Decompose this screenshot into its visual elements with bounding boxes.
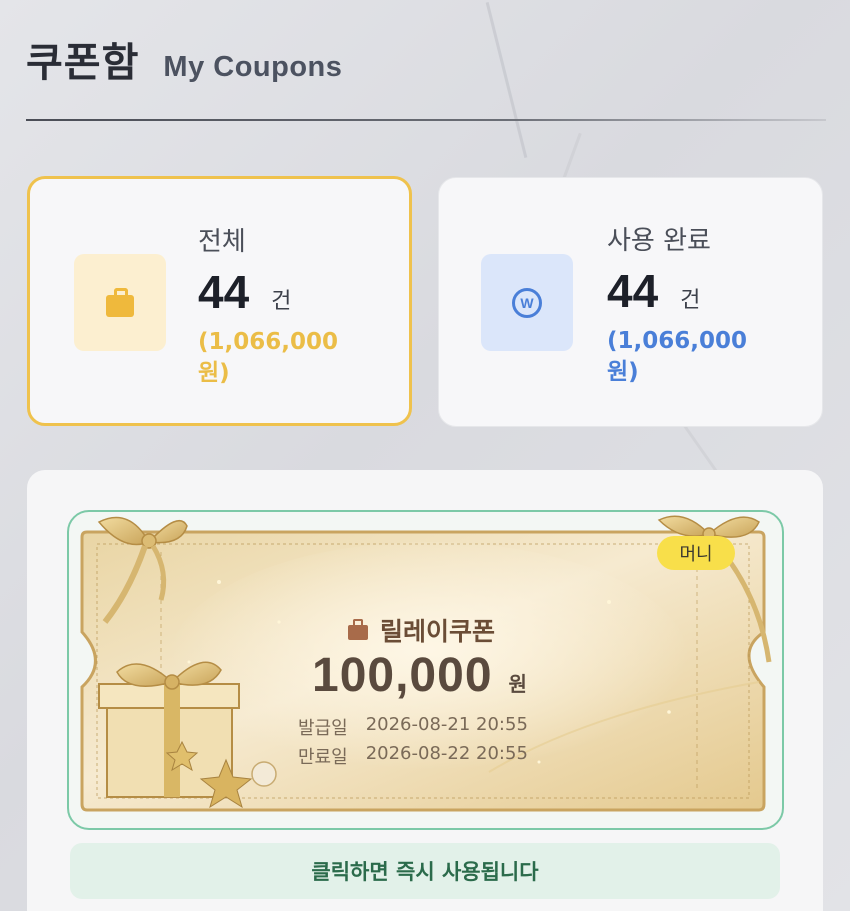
- coupon-amount-row: 100,000 원: [312, 648, 527, 703]
- total-count-unit: 건: [271, 289, 292, 314]
- coupon-amount-unit: 원: [508, 672, 527, 696]
- marble-vein: [683, 424, 720, 476]
- bag-icon: [348, 619, 368, 640]
- used-count-row: 44 건: [607, 264, 700, 318]
- coupon-expiry-row: 만료일 2026-08-22 20:55: [298, 743, 528, 769]
- used-count: 44: [607, 265, 659, 317]
- use-coupon-button[interactable]: 클릭하면 즉시 사용됩니다: [70, 843, 780, 899]
- total-amount: (1,066,000 원): [198, 329, 339, 386]
- coupon-issued-date: 2026-08-21 20:55: [365, 714, 528, 735]
- won-coin-icon: W: [512, 287, 542, 318]
- total-count-row: 44 건: [198, 265, 291, 319]
- coupon-type-badge: 머니: [657, 536, 735, 570]
- coupon-name: 릴레이쿠폰: [380, 617, 496, 646]
- used-count-unit: 건: [680, 288, 701, 313]
- page-subtitle: My Coupons: [163, 51, 343, 83]
- coupon-issued-label: 발급일: [298, 718, 348, 739]
- marble-vein: [485, 2, 528, 158]
- coupon-name-row: 릴레이쿠폰: [348, 612, 495, 648]
- total-icon-box: [74, 254, 166, 351]
- coupon-amount: 100,000: [312, 649, 493, 702]
- total-label: 전체: [198, 227, 246, 257]
- coupon-expiry-date: 2026-08-22 20:55: [365, 743, 528, 764]
- total-count: 44: [198, 266, 250, 318]
- coupon-expiry-label: 만료일: [298, 747, 348, 768]
- used-amount: (1,066,000 원): [607, 328, 748, 385]
- used-label: 사용 완료: [607, 226, 711, 256]
- page-title: 쿠폰함: [26, 40, 140, 86]
- header-divider: [26, 119, 826, 121]
- used-coupons-card[interactable]: W 사용 완료 44 건 (1,066,000 원): [438, 177, 823, 427]
- bag-icon: [106, 287, 134, 317]
- total-coupons-card[interactable]: 전체 44 건 (1,066,000 원): [27, 176, 412, 426]
- coupon-issued-row: 발급일 2026-08-21 20:55: [298, 714, 528, 740]
- page-header: 쿠폰함 My Coupons: [26, 30, 342, 88]
- used-icon-box: W: [481, 254, 573, 351]
